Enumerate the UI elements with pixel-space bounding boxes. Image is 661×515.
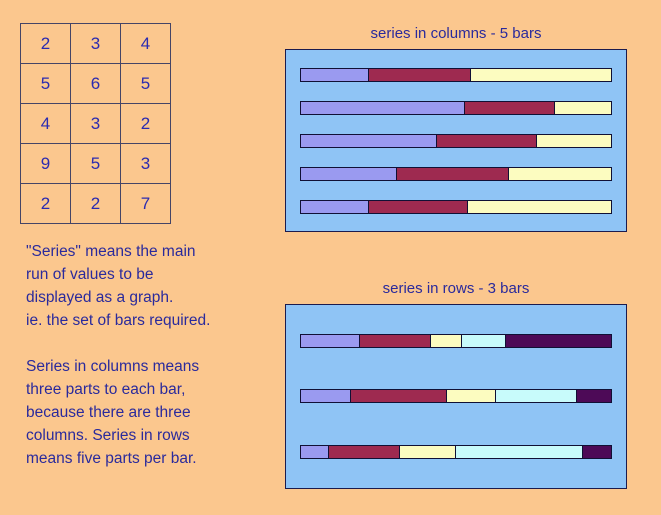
bar-segment bbox=[400, 446, 456, 459]
stacked-bar bbox=[300, 389, 612, 404]
table-row: 227 bbox=[20, 183, 171, 224]
bar-segment bbox=[301, 134, 438, 147]
table-body: 234565432953227 bbox=[20, 23, 171, 224]
bar-segment bbox=[536, 134, 611, 147]
note-spacer bbox=[26, 332, 276, 355]
bar-segment bbox=[508, 167, 611, 180]
bar-segment bbox=[301, 200, 370, 213]
bar-segment bbox=[446, 390, 497, 403]
table-cell: 2 bbox=[120, 103, 171, 144]
note-line: Series in columns means bbox=[26, 358, 200, 375]
stacked-bar bbox=[300, 199, 612, 214]
bar-segment bbox=[301, 390, 351, 403]
stacked-bar bbox=[300, 445, 612, 460]
bar-segment bbox=[431, 334, 463, 347]
bar-segment bbox=[301, 446, 329, 459]
table-cell: 2 bbox=[20, 183, 71, 224]
bar-segment bbox=[471, 68, 611, 81]
table-cell: 2 bbox=[70, 183, 121, 224]
explanatory-note: "Series" means the main run of values to… bbox=[26, 240, 276, 470]
bar-container bbox=[286, 305, 626, 488]
bar-segment bbox=[576, 390, 611, 403]
note-line: three parts to each bar, bbox=[26, 381, 186, 398]
stacked-bar bbox=[300, 333, 612, 348]
chart-series-in-columns: series in columns - 5 bars bbox=[285, 25, 627, 232]
bar-segment bbox=[301, 167, 398, 180]
table-cell: 5 bbox=[70, 143, 121, 184]
bar-segment bbox=[301, 334, 360, 347]
table-cell: 3 bbox=[70, 23, 121, 64]
stacked-bar bbox=[300, 166, 612, 181]
chart-title: series in columns - 5 bars bbox=[370, 25, 542, 42]
bar-segment bbox=[369, 200, 469, 213]
table-cell: 5 bbox=[120, 63, 171, 104]
stacked-bar bbox=[300, 67, 612, 82]
note-line: displayed as a graph. bbox=[26, 289, 174, 306]
note-line: run of values to be bbox=[26, 266, 154, 283]
bar-segment bbox=[301, 68, 370, 81]
bar-segment bbox=[328, 446, 401, 459]
table-cell: 5 bbox=[20, 63, 71, 104]
table-cell: 2 bbox=[20, 23, 71, 64]
bar-segment bbox=[455, 446, 584, 459]
plot-area bbox=[285, 304, 627, 489]
stacked-bar bbox=[300, 133, 612, 148]
note-line: means five parts per bar. bbox=[26, 450, 197, 467]
table-cell: 4 bbox=[20, 103, 71, 144]
chart-title: series in rows - 3 bars bbox=[382, 280, 530, 297]
bar-segment bbox=[465, 101, 556, 114]
bar-segment bbox=[462, 334, 506, 347]
bar-container bbox=[286, 50, 626, 231]
bar-segment bbox=[359, 334, 432, 347]
stacked-bar bbox=[300, 100, 612, 115]
bar-segment bbox=[555, 101, 611, 114]
bar-segment bbox=[505, 334, 611, 347]
table-cell: 3 bbox=[120, 143, 171, 184]
bar-segment bbox=[468, 200, 611, 213]
note-line: columns. Series in rows bbox=[26, 427, 190, 444]
table-row: 234 bbox=[20, 23, 171, 64]
chart-series-in-rows: series in rows - 3 bars bbox=[285, 280, 627, 489]
bar-segment bbox=[583, 446, 611, 459]
table-cell: 4 bbox=[120, 23, 171, 64]
bar-segment bbox=[437, 134, 537, 147]
bar-segment bbox=[397, 167, 509, 180]
table-row: 432 bbox=[20, 103, 171, 144]
note-line: because there are three bbox=[26, 404, 191, 421]
bar-segment bbox=[496, 390, 577, 403]
source-data-table: 234565432953227 bbox=[20, 23, 171, 224]
note-line: ie. the set of bars required. bbox=[26, 312, 211, 329]
table-cell: 7 bbox=[120, 183, 171, 224]
table-row: 953 bbox=[20, 143, 171, 184]
table-cell: 3 bbox=[70, 103, 121, 144]
table-cell: 9 bbox=[20, 143, 71, 184]
bar-segment bbox=[369, 68, 472, 81]
plot-area bbox=[285, 49, 627, 232]
table-row: 565 bbox=[20, 63, 171, 104]
table-cell: 6 bbox=[70, 63, 121, 104]
page-root: 234565432953227 "Series" means the main … bbox=[0, 0, 661, 515]
bar-segment bbox=[301, 101, 466, 114]
bar-segment bbox=[350, 390, 447, 403]
note-line: "Series" means the main bbox=[26, 243, 196, 260]
